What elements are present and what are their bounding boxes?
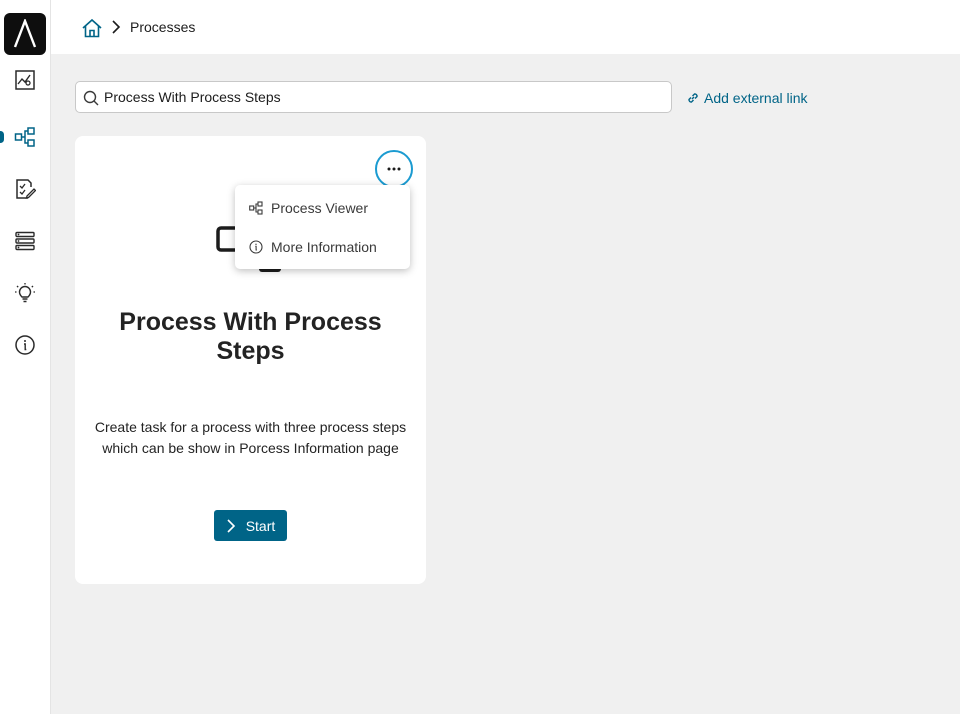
menu-item-label: Process Viewer — [271, 200, 369, 216]
search-icon — [83, 90, 99, 106]
menu-item-label: More Information — [271, 239, 377, 255]
chevron-right-icon — [112, 20, 121, 34]
start-button-label: Start — [245, 517, 276, 534]
lightbulb-icon — [15, 283, 35, 303]
start-button[interactable]: Start — [214, 510, 287, 541]
card-title: Process With Process Steps — [119, 308, 382, 365]
process-flow-icon — [249, 201, 263, 215]
sidebar-item-info[interactable] — [0, 325, 50, 365]
header: Processes — [51, 0, 960, 54]
chevron-right-icon — [227, 518, 235, 533]
sidebar-item-lists[interactable] — [0, 221, 50, 261]
menu-item-more-information[interactable]: More Information — [235, 228, 410, 266]
ellipsis-icon — [387, 167, 401, 171]
menu-item-process-viewer[interactable]: Process Viewer — [235, 189, 410, 227]
sidebar-item-processes[interactable] — [0, 117, 50, 157]
info-icon — [15, 335, 35, 355]
sidebar-item-tasks[interactable] — [0, 169, 50, 209]
breadcrumb-current: Processes — [130, 19, 196, 35]
card-description: Create task for a process with three pro… — [94, 419, 407, 456]
home-icon[interactable] — [81, 17, 103, 39]
add-external-link-label: Add external link — [704, 90, 808, 106]
search-input[interactable] — [104, 83, 664, 111]
add-external-link[interactable]: Add external link — [686, 90, 808, 106]
sidebar — [0, 0, 51, 714]
list-icon — [15, 231, 35, 251]
logo[interactable] — [4, 13, 46, 55]
sidebar-item-ideas[interactable] — [0, 273, 50, 313]
more-options-button[interactable] — [375, 150, 413, 188]
link-icon — [688, 93, 698, 103]
active-indicator — [0, 131, 4, 143]
process-flow-icon — [14, 127, 35, 147]
logo-icon — [13, 19, 37, 48]
search-box — [75, 81, 672, 113]
options-menu: Process Viewer More Information — [235, 185, 410, 269]
info-icon — [249, 240, 263, 254]
chart-image-icon — [15, 70, 35, 90]
sidebar-item-dashboard[interactable] — [0, 60, 50, 100]
document-edit-icon — [16, 179, 36, 199]
